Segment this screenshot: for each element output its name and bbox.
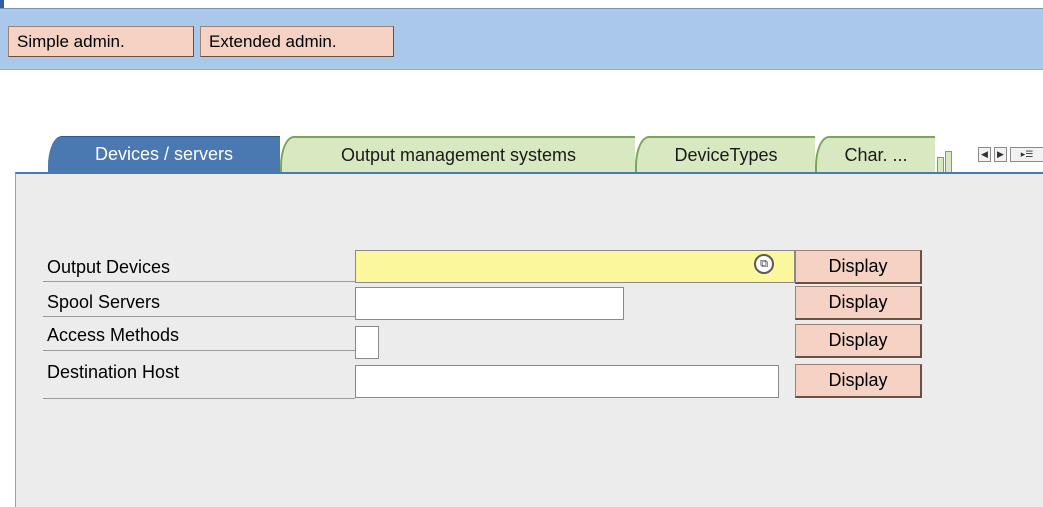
extended-admin-button[interactable]: Extended admin. [200, 26, 394, 57]
output-devices-display-button[interactable]: Display [795, 250, 922, 284]
hidden-tabs-indicator [935, 142, 961, 172]
tab-devices-servers[interactable]: Devices / servers [48, 136, 280, 172]
row-divider [43, 281, 355, 282]
triangle-left-icon[interactable]: ◀ [978, 147, 991, 162]
simple-admin-button[interactable]: Simple admin. [8, 26, 194, 57]
output-devices-field[interactable] [355, 250, 795, 283]
access-methods-field[interactable] [355, 326, 379, 359]
spool-servers-display-button[interactable]: Display [795, 286, 922, 320]
title-strip [0, 0, 1043, 8]
triangle-right-icon[interactable]: ▶ [994, 147, 1007, 162]
tab-devicetypes[interactable]: DeviceTypes [635, 136, 815, 172]
title-marker [0, 0, 4, 8]
spool-servers-field[interactable] [355, 287, 624, 320]
output-devices-label: Output Devices [47, 257, 171, 277]
row-divider [43, 316, 355, 317]
row-divider [43, 350, 355, 351]
destination-host-field[interactable] [355, 365, 779, 398]
tab-strip: Devices / servers Output management syst… [0, 130, 1043, 172]
spool-servers-label: Spool Servers [47, 292, 161, 312]
access-methods-display-button[interactable]: Display [795, 324, 922, 358]
destination-host-display-button[interactable]: Display [795, 364, 922, 398]
value-help-icon[interactable]: ⧉ [754, 254, 774, 274]
access-methods-label: Access Methods [47, 325, 180, 345]
application-toolbar: Simple admin. Extended admin. [0, 9, 1043, 70]
destination-host-label: Destination Host [47, 362, 180, 382]
tab-output-management-systems[interactable]: Output management systems [280, 136, 635, 172]
tab-char[interactable]: Char. ... [815, 136, 935, 172]
row-divider [43, 398, 355, 399]
tab-list-icon[interactable]: ▸☰ [1010, 147, 1043, 162]
